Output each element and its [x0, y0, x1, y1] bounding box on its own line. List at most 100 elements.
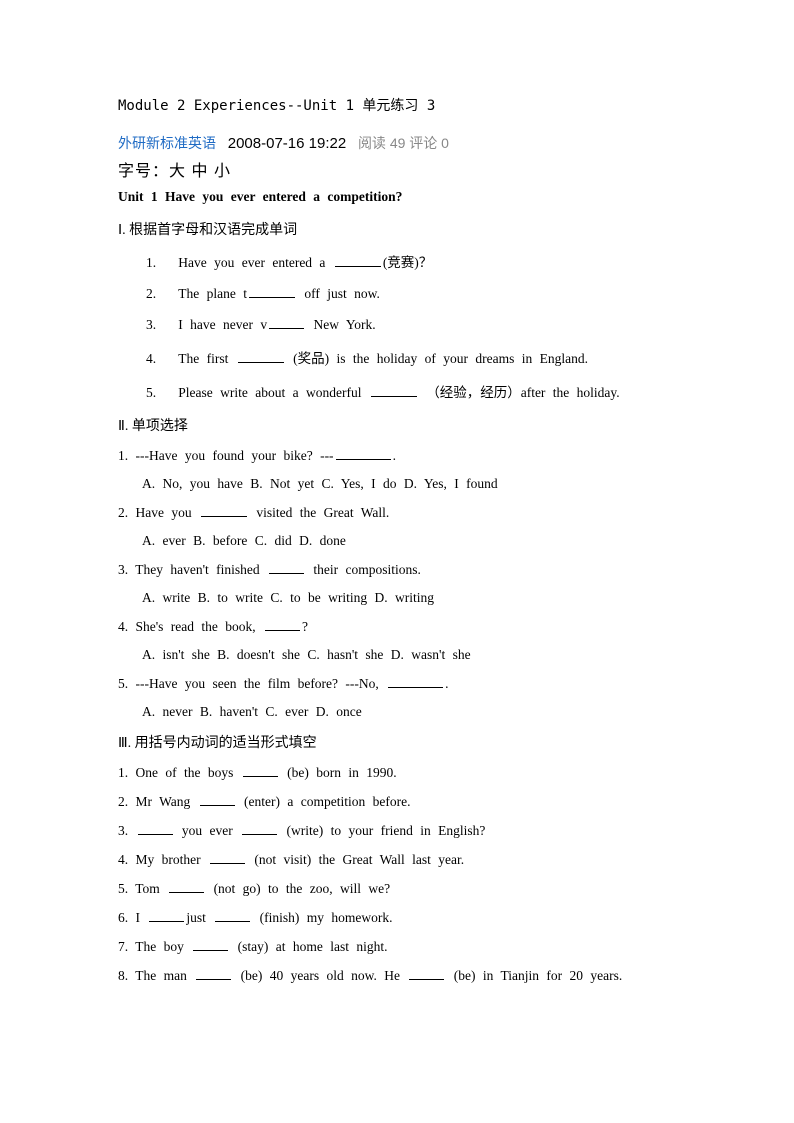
item-number: 4.	[146, 351, 156, 366]
question-text-after: visited the Great Wall.	[249, 505, 389, 520]
s2-options: A. No, you have B. Not yet C. Yes, I do …	[118, 476, 684, 492]
question-text-after: their compositions.	[306, 562, 421, 577]
item-text-after: (not go) to the zoo, will we?	[206, 881, 390, 896]
fill-blank[interactable]	[196, 967, 231, 980]
fill-blank[interactable]	[201, 504, 247, 517]
s3-item: 3. you ever (write) to your friend in En…	[118, 822, 684, 839]
s1-item: 1. Have you ever entered a (竞赛)？	[118, 251, 684, 271]
question-text-before: 4. She's read the book,	[118, 619, 263, 634]
s2-options: A. never B. haven't C. ever D. once	[118, 704, 684, 720]
fill-blank[interactable]	[265, 618, 300, 631]
question-text-before: 2. Have you	[118, 505, 199, 520]
fill-blank[interactable]	[388, 675, 443, 688]
s2-options: A. write B. to write C. to be writing D.…	[118, 590, 684, 606]
s2-question: 5. ---Have you seen the film before? ---…	[118, 675, 684, 692]
fill-blank[interactable]	[269, 561, 304, 574]
s3-item: 2. Mr Wang (enter) a competition before.	[118, 793, 684, 810]
font-size-label: 字号：	[118, 163, 169, 180]
fill-blank[interactable]	[200, 793, 235, 806]
item-text-before: 3.	[118, 823, 136, 838]
font-size-medium[interactable]: 中	[191, 163, 208, 180]
item-text-after: (finish) my homework.	[252, 910, 392, 925]
fill-blank[interactable]	[371, 384, 417, 397]
section-2-heading: Ⅱ. 单项选择	[118, 415, 684, 435]
item-text-before: 6. I	[118, 910, 147, 925]
item-text-after: (奖品) is the holiday of your dreams in En…	[286, 351, 588, 366]
s2-question: 2. Have you visited the Great Wall.	[118, 504, 684, 521]
item-text-after: New York.	[306, 317, 376, 332]
fill-blank[interactable]	[138, 822, 173, 835]
item-number: 1.	[146, 255, 156, 270]
item-number: 3.	[146, 317, 156, 332]
s3-item: 5. Tom (not go) to the zoo, will we?	[118, 880, 684, 897]
unit-title: Unit 1 Have you ever entered a competiti…	[118, 189, 684, 205]
s2-question: 3. They haven't finished their compositi…	[118, 561, 684, 578]
s3-item: 7. The boy (stay) at home last night.	[118, 938, 684, 955]
fill-blank[interactable]	[242, 822, 277, 835]
item-text-before: 7. The boy	[118, 939, 191, 954]
fill-blank[interactable]	[336, 447, 391, 460]
section-1-heading: Ⅰ. 根据首字母和汉语完成单词	[118, 219, 684, 239]
item-text-mid: just	[186, 910, 213, 925]
meta-line: 外研新标准英语 2008-07-16 19:22 阅读 49 评论 0	[118, 133, 684, 153]
s2-options: A. isn't she B. doesn't she C. hasn't sh…	[118, 647, 684, 663]
document-page: Module 2 Experiences--Unit 1 单元练习 3 外研新标…	[0, 0, 794, 1056]
fill-blank[interactable]	[249, 285, 295, 298]
s2-question: 4. She's read the book, ?	[118, 618, 684, 635]
question-text-before: 1. ---Have you found your bike? ---	[118, 448, 334, 463]
item-text-before: The plane t	[178, 286, 247, 301]
module-title: Module 2 Experiences--Unit 1 单元练习 3	[118, 95, 684, 115]
item-number: 5.	[146, 385, 156, 400]
fill-blank[interactable]	[238, 350, 284, 363]
s3-item: 6. I just (finish) my homework.	[118, 909, 684, 926]
fill-blank[interactable]	[409, 967, 444, 980]
item-text-before: I have never v	[178, 317, 267, 332]
item-text-before: 5. Tom	[118, 881, 167, 896]
source-link[interactable]: 外研新标准英语	[118, 135, 216, 151]
font-size-selector: 字号：大 中 小	[118, 157, 684, 181]
item-number: 2.	[146, 286, 156, 301]
s1-item: 4. The first (奖品) is the holiday of your…	[118, 347, 684, 367]
fill-blank[interactable]	[193, 938, 228, 951]
s1-item: 5. Please write about a wonderful （经验，经历…	[118, 381, 684, 401]
font-size-large[interactable]: 大	[169, 163, 186, 180]
item-text-after: (be) born in 1990.	[280, 765, 397, 780]
s1-item: 3. I have never v New York.	[118, 316, 684, 333]
item-text-before: 2. Mr Wang	[118, 794, 198, 809]
item-text-after: (be) in Tianjin for 20 years.	[446, 968, 622, 983]
publish-date: 2008-07-16 19:22	[228, 135, 346, 152]
item-text-after: (stay) at home last night.	[230, 939, 387, 954]
question-text-before: 5. ---Have you seen the film before? ---…	[118, 676, 386, 691]
fill-blank[interactable]	[210, 851, 245, 864]
question-text-after: .	[445, 676, 448, 691]
fill-blank[interactable]	[149, 909, 184, 922]
fill-blank[interactable]	[169, 880, 204, 893]
item-text-mid: (be) 40 years old now. He	[233, 968, 407, 983]
fill-blank[interactable]	[243, 764, 278, 777]
item-text-after: (enter) a competition before.	[237, 794, 411, 809]
question-text-after: ?	[302, 619, 308, 634]
item-text-after: (not visit) the Great Wall last year.	[247, 852, 464, 867]
item-text-before: Please write about a wonderful	[178, 385, 369, 400]
item-text-before: 1. One of the boys	[118, 765, 241, 780]
item-text-before: 8. The man	[118, 968, 194, 983]
s3-item: 1. One of the boys (be) born in 1990.	[118, 764, 684, 781]
fill-blank[interactable]	[335, 254, 381, 267]
fill-blank[interactable]	[215, 909, 250, 922]
s1-item: 2. The plane t off just now.	[118, 285, 684, 302]
section-3-heading: Ⅲ. 用括号内动词的适当形式填空	[118, 732, 684, 752]
item-text-mid: you ever	[175, 823, 241, 838]
item-text-before: 4. My brother	[118, 852, 208, 867]
fill-blank[interactable]	[269, 316, 304, 329]
item-text-after: （经验，经历）after the holiday.	[419, 385, 620, 400]
s3-item: 4. My brother (not visit) the Great Wall…	[118, 851, 684, 868]
question-text-after: .	[393, 448, 396, 463]
item-text-after: (write) to your friend in English?	[279, 823, 485, 838]
s2-options: A. ever B. before C. did D. done	[118, 533, 684, 549]
font-size-small[interactable]: 小	[214, 163, 231, 180]
s2-question: 1. ---Have you found your bike? ---.	[118, 447, 684, 464]
view-comment-stats: 阅读 49 评论 0	[358, 135, 449, 151]
item-text-after: (竞赛)？	[383, 255, 433, 270]
s3-item: 8. The man (be) 40 years old now. He (be…	[118, 967, 684, 984]
item-text-before: Have you ever entered a	[178, 255, 333, 270]
